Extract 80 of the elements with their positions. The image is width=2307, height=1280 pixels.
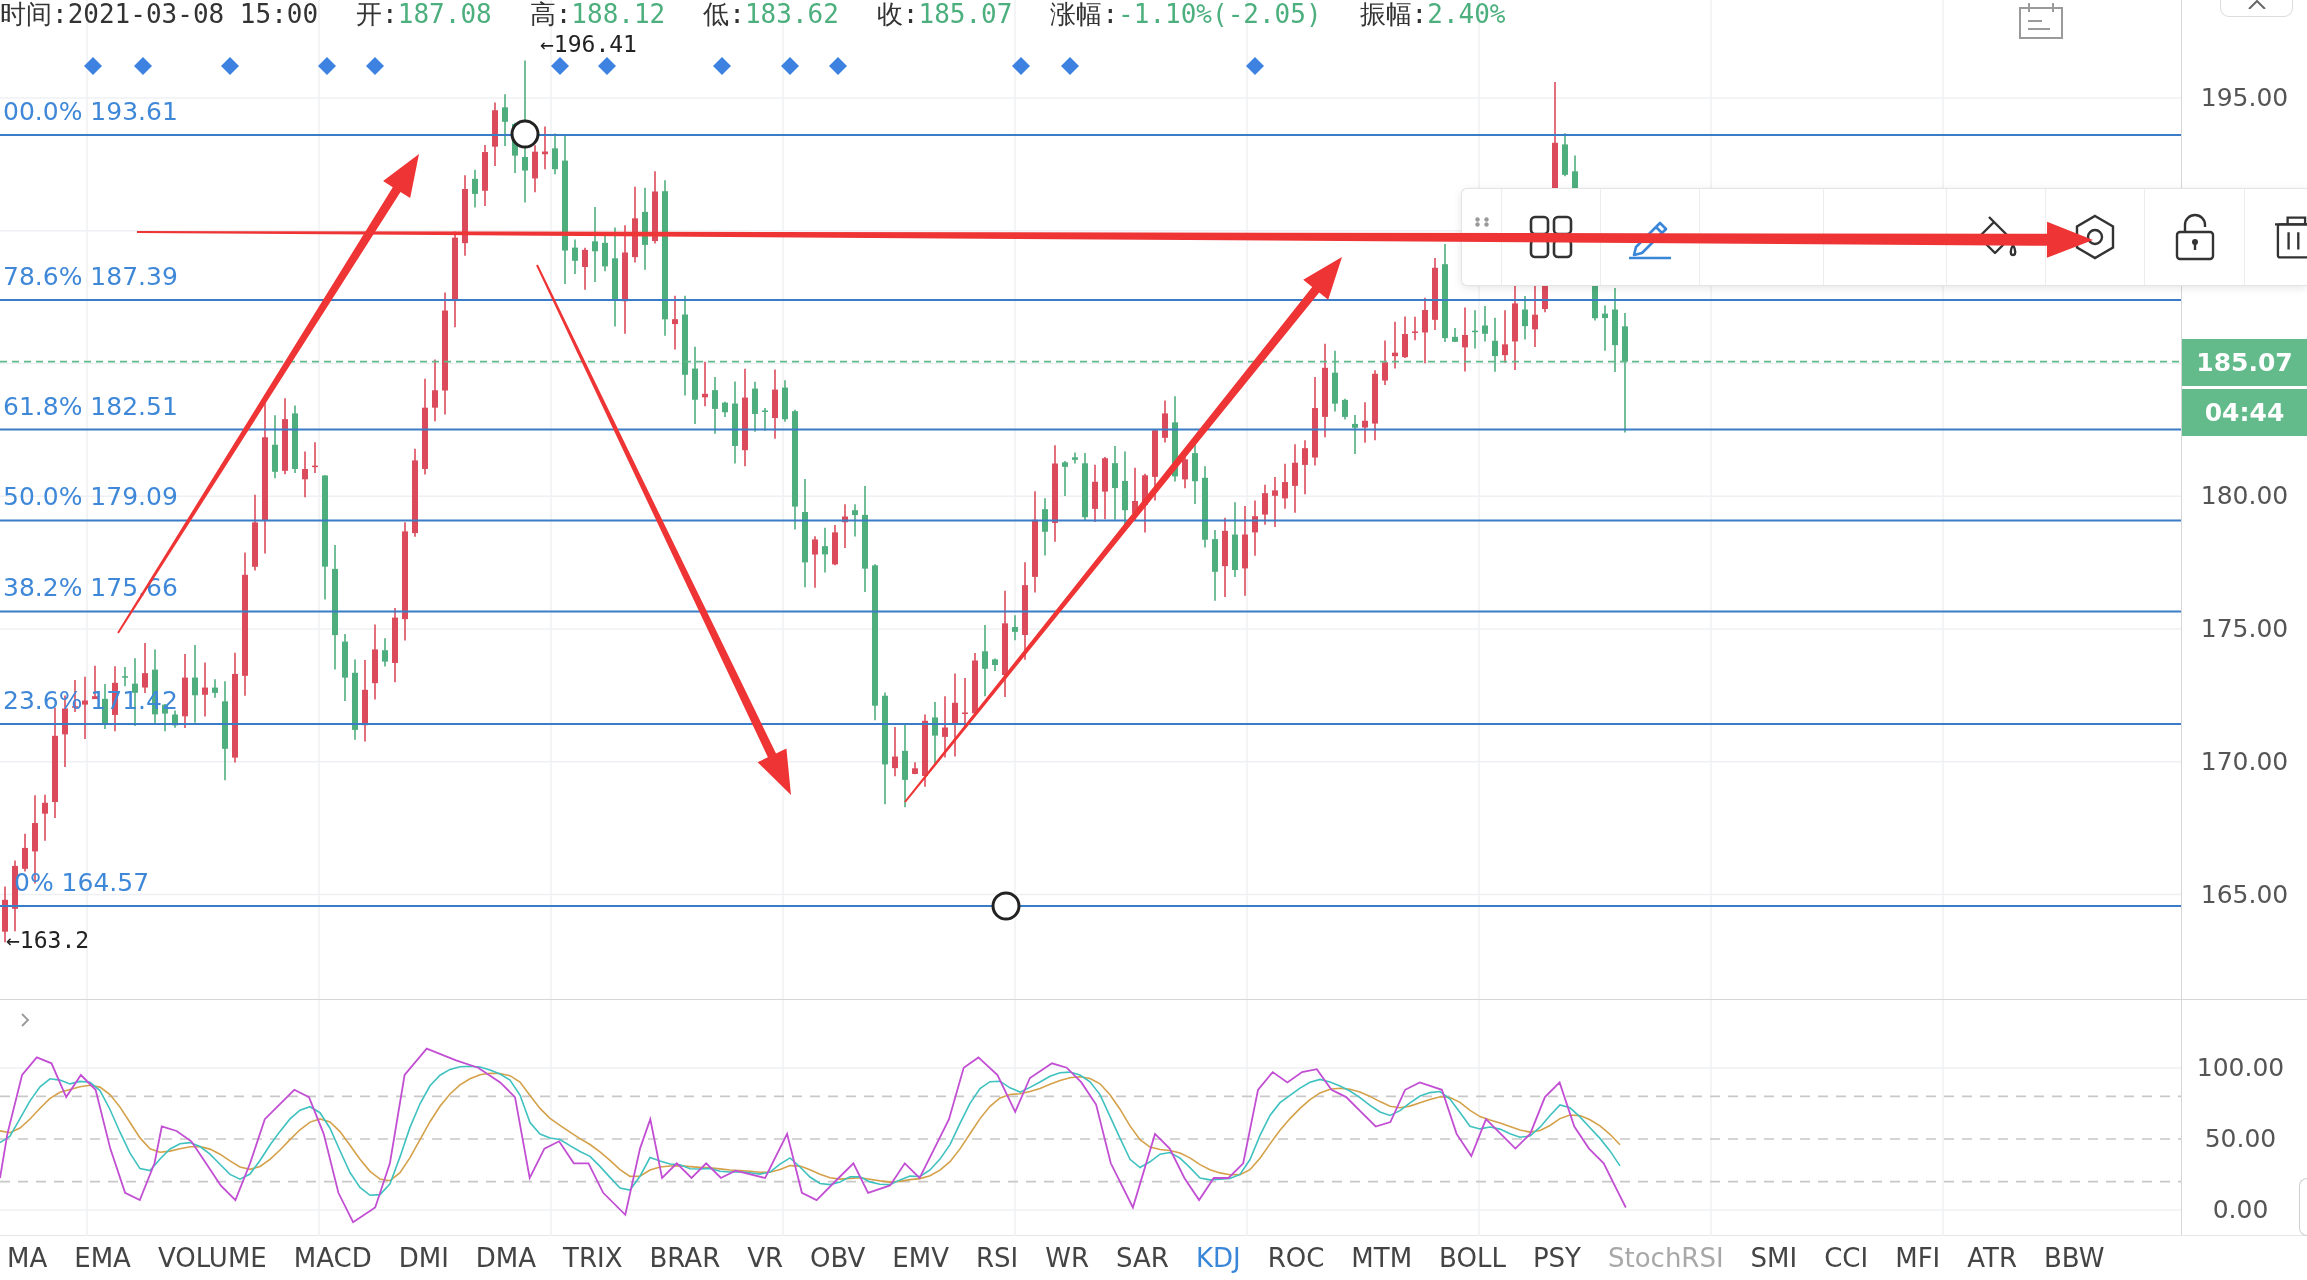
price-axis-label: 195.00 xyxy=(2199,82,2290,114)
info-value: 2.40% xyxy=(1427,0,1506,28)
info-value: 2021-03-08 15:00 xyxy=(67,0,319,28)
diamond-icon[interactable] xyxy=(366,57,384,75)
countdown-badge: 04:44 xyxy=(2182,388,2307,436)
info-label: 涨幅: xyxy=(1050,0,1119,28)
price-axis-label: 175.00 xyxy=(2199,613,2290,645)
grid-icon xyxy=(1529,215,1573,259)
info-label: 时间: xyxy=(0,0,68,28)
anchor-handle[interactable] xyxy=(991,891,1021,921)
indicator-tab[interactable]: BRAR xyxy=(649,1242,721,1274)
diamond-icon[interactable] xyxy=(781,57,799,75)
settings-icon xyxy=(2074,214,2116,260)
price-axis-label: 165.00 xyxy=(2199,878,2290,911)
calendar-icon xyxy=(2018,2,2064,40)
indicator-tab[interactable]: EMV xyxy=(892,1242,949,1274)
indicator-tab[interactable]: DMA xyxy=(475,1242,537,1274)
fib-level-label: 50.0% 179.09 xyxy=(3,481,178,514)
diamond-icon[interactable] xyxy=(1012,57,1030,75)
diamond-icon[interactable] xyxy=(1246,57,1264,75)
diamond-icon[interactable] xyxy=(134,57,152,75)
indicator-tab[interactable]: ATR xyxy=(1967,1242,2017,1274)
indicator-tab[interactable]: VR xyxy=(747,1242,784,1274)
diamond-icon[interactable] xyxy=(318,57,336,75)
indicator-tab[interactable]: DMI xyxy=(398,1242,449,1274)
indicator-tab[interactable]: OBV xyxy=(810,1242,866,1274)
last-price-badge: 185.07 xyxy=(2182,338,2307,386)
indicator-tab[interactable]: MTM xyxy=(1351,1242,1413,1274)
fib-level-label: 61.8% 182.51 xyxy=(3,390,178,423)
indicator-tab[interactable]: MA xyxy=(7,1242,48,1274)
indicator-tab[interactable]: SAR xyxy=(1116,1242,1169,1274)
high-price-marker: ←196.41 xyxy=(540,32,637,56)
indicator-tab[interactable]: CCI xyxy=(1824,1242,1869,1274)
anchor-handle[interactable] xyxy=(510,119,540,149)
info-value: -1.10%(-2.05) xyxy=(1118,0,1322,28)
trash-icon xyxy=(2275,214,2307,260)
info-value: 187.08 xyxy=(397,0,492,28)
indicator-tab[interactable]: ROC xyxy=(1267,1242,1325,1274)
indicator-tab[interactable]: RSI xyxy=(976,1242,1019,1274)
indicator-axis-label: 50.00 xyxy=(2203,1123,2278,1155)
low-price-marker: ←163.2 xyxy=(6,928,90,952)
padlock-icon xyxy=(2173,213,2216,261)
indicator-tab[interactable]: MACD xyxy=(293,1242,372,1274)
info-label: 低: xyxy=(703,0,745,28)
info-label: 收: xyxy=(876,0,919,28)
indicator-tab[interactable]: WR xyxy=(1045,1242,1090,1274)
indicator-tab[interactable]: EMA xyxy=(74,1242,131,1274)
info-value: 185.07 xyxy=(918,0,1013,28)
indicator-tab[interactable]: BBW xyxy=(2044,1242,2105,1274)
indicator-tab[interactable]: TRIX xyxy=(563,1242,623,1274)
fib-level-label: 00.0% 193.61 xyxy=(3,95,178,128)
info-label: 高: xyxy=(529,0,572,28)
indicator-axis-label: 100.00 xyxy=(2195,1052,2286,1084)
indicator-tab[interactable]: VOLUME xyxy=(157,1242,267,1274)
diamond-icon[interactable] xyxy=(84,57,102,75)
delete-button[interactable] xyxy=(2244,189,2307,285)
chevron-right-icon[interactable] xyxy=(20,1012,30,1028)
fib-level-label: 78.6% 187.39 xyxy=(3,261,178,294)
diamond-icon[interactable] xyxy=(598,57,616,75)
diamond-icon[interactable] xyxy=(829,57,847,75)
indicator-tab[interactable]: SMI xyxy=(1750,1242,1798,1274)
diamond-icon[interactable] xyxy=(713,57,731,75)
info-label: 振幅: xyxy=(1359,0,1428,28)
indicator-tab[interactable]: KDJ xyxy=(1195,1242,1241,1274)
indicator-tab[interactable]: MFI xyxy=(1895,1242,1941,1274)
chevron-up-icon xyxy=(2247,0,2266,9)
diamond-icon[interactable] xyxy=(551,57,569,75)
price-axis-label: 180.00 xyxy=(2199,480,2290,513)
indicator-tab[interactable]: BOLL xyxy=(1439,1242,1506,1274)
drag-handle-icon[interactable] xyxy=(1474,217,1489,227)
info-value: 188.12 xyxy=(571,0,666,28)
diamond-icon[interactable] xyxy=(221,57,239,75)
collapse-button[interactable] xyxy=(2220,0,2293,17)
info-label: 开: xyxy=(356,0,398,28)
calendar-button[interactable] xyxy=(2018,2,2064,40)
price-axis-label: 170.00 xyxy=(2199,745,2290,778)
diamond-icon[interactable] xyxy=(1061,57,1079,75)
indicator-axis-label: 0.00 xyxy=(2211,1194,2270,1226)
indicator-tab[interactable]: PSY xyxy=(1532,1242,1581,1274)
info-value: 183.62 xyxy=(744,0,839,28)
